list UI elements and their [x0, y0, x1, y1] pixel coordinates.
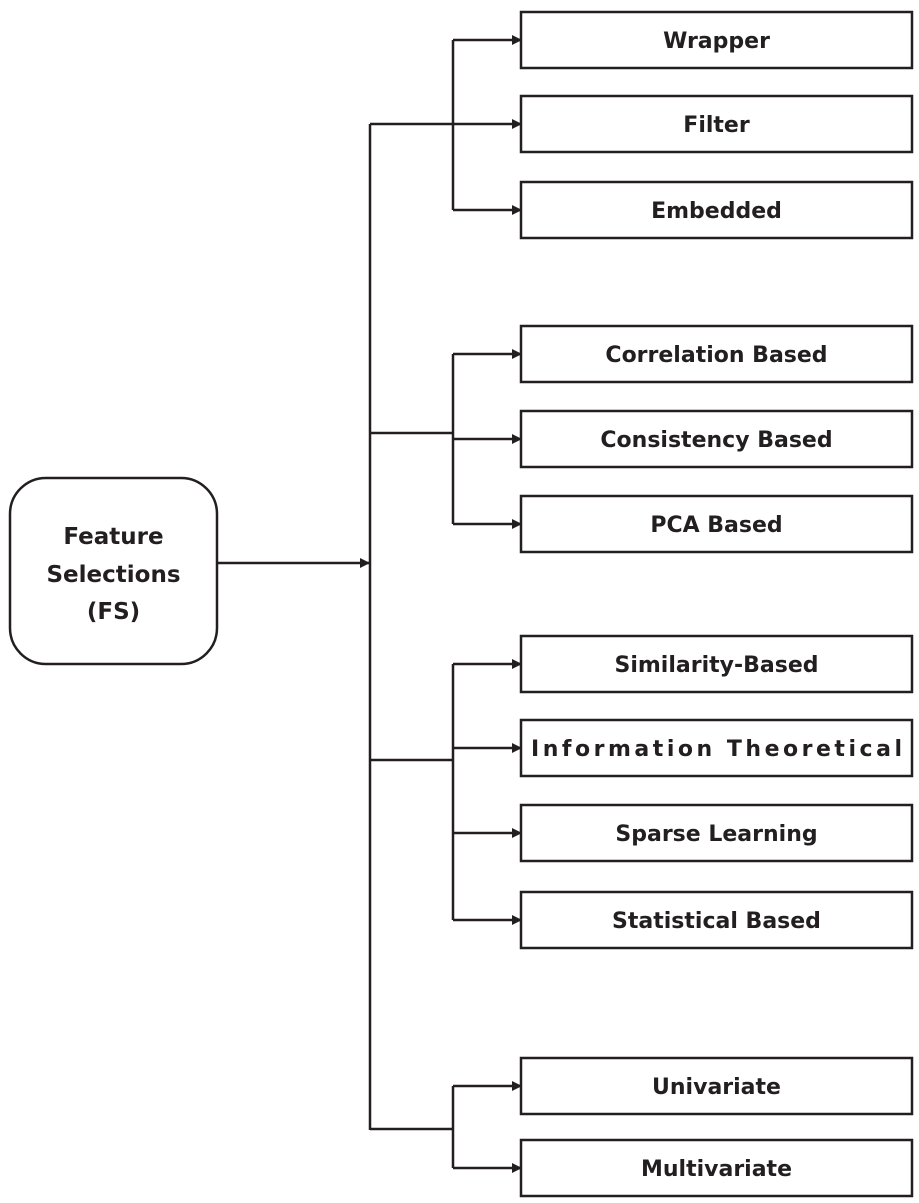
method-label: Sparse Learning — [615, 822, 817, 847]
method-node: Sparse Learning — [519, 803, 914, 863]
method-node: Similarity-Based — [519, 634, 914, 694]
branch-group-4: Univariate Multivariate — [370, 1056, 914, 1198]
method-node: Embedded — [519, 180, 914, 240]
method-label: Similarity-Based — [615, 653, 819, 678]
method-node: Consistency Based — [519, 409, 914, 469]
root-label-line-2: Selections — [46, 562, 180, 588]
method-node: PCA Based — [519, 494, 914, 554]
method-node: Statistical Based — [519, 890, 914, 950]
root-label-line-1: Feature — [63, 524, 163, 550]
method-node: Wrapper — [519, 10, 914, 70]
method-label: Wrapper — [663, 29, 770, 54]
method-label: Consistency Based — [600, 428, 832, 453]
method-label: Statistical Based — [612, 909, 821, 934]
branch-group-3: Similarity-Based Information Theoretical S… — [370, 634, 914, 950]
method-label: Correlation Based — [605, 343, 827, 368]
method-label: Multivariate — [641, 1157, 792, 1182]
method-label: PCA Based — [650, 513, 782, 538]
root-label-line-3: (FS) — [87, 599, 140, 625]
method-node: Correlation Based — [519, 324, 914, 384]
branch-group-2: Correlation Based Consistency Based PCA Ba… — [370, 324, 914, 554]
method-node: Information Theoretical — [519, 718, 914, 778]
root-node: Feature Selections (FS) — [8, 476, 219, 666]
method-node: Multivariate — [519, 1138, 914, 1198]
branch-group-1: Wrapper Filter Embedded — [370, 10, 914, 240]
method-label: Embedded — [651, 199, 782, 224]
feature-selection-diagram: Feature Selections (FS) Wrapper Filter Emb… — [8, 10, 914, 1198]
method-label: Univariate — [652, 1075, 781, 1100]
method-node: Filter — [519, 94, 914, 154]
method-node: Univariate — [519, 1056, 914, 1116]
method-label: Filter — [683, 113, 750, 138]
